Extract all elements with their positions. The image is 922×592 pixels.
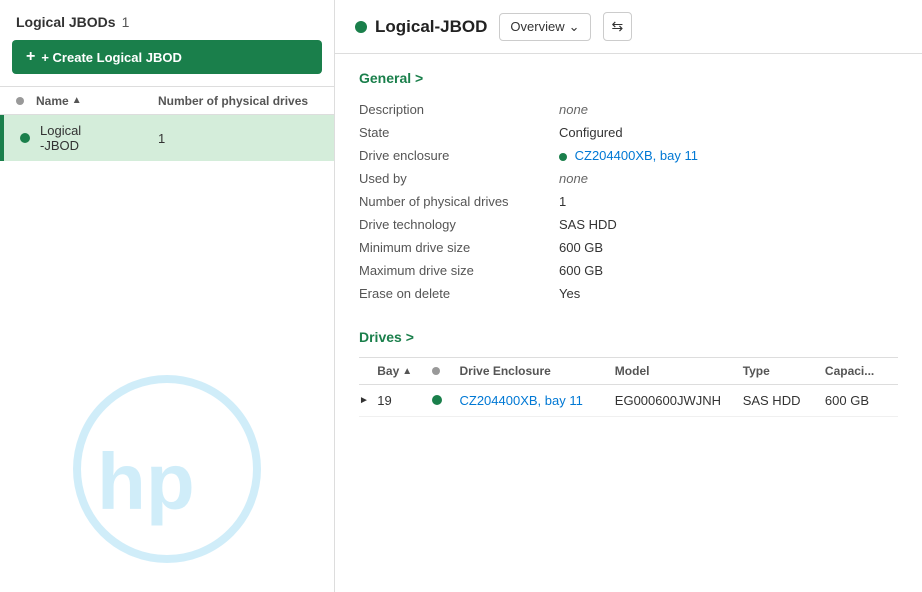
field-row-drive-enclosure: Drive enclosure CZ204400XB, bay 11 (359, 144, 898, 167)
field-label-max-drive: Maximum drive size (359, 259, 559, 282)
row-name-value: Logical-JBOD (40, 123, 81, 153)
sort-arrow-icon: ▲ (72, 95, 82, 106)
type-col-header: Type (743, 364, 825, 378)
status2-col-header (432, 364, 459, 378)
hp-logo-watermark: hp (67, 369, 267, 572)
header-name-col[interactable]: Name ▲ (36, 94, 158, 108)
header-status-indicator (355, 21, 367, 33)
bay-sort-icon: ▲ (402, 366, 412, 377)
field-label-num-drives: Number of physical drives (359, 190, 559, 213)
capacity-col-header: Capaci... (825, 364, 898, 378)
field-row-min-drive: Minimum drive size 600 GB (359, 236, 898, 259)
overview-label: Overview (510, 19, 564, 34)
drive-status-dot (432, 395, 442, 405)
field-row-max-drive: Maximum drive size 600 GB (359, 259, 898, 282)
row-status-col (20, 131, 40, 146)
panel-header: Logical JBODs 1 (0, 0, 334, 40)
svg-text:hp: hp (97, 437, 195, 526)
field-row-drive-tech: Drive technology SAS HDD (359, 213, 898, 236)
bay-col-header[interactable]: Bay ▲ (377, 364, 432, 378)
title-area: Logical-JBOD (355, 17, 487, 37)
overview-dropdown[interactable]: Overview ⌄ (499, 13, 590, 41)
field-value-num-drives: 1 (559, 190, 898, 213)
field-value-min-drive: 600 GB (559, 236, 898, 259)
bay-label: Bay (377, 364, 399, 378)
drive-status-dot-col (432, 393, 459, 408)
field-row-used-by: Used by none (359, 167, 898, 190)
enclosure-status-dot (559, 153, 567, 161)
header-status-col (16, 93, 36, 108)
drive-enclosure-link[interactable]: CZ204400XB, bay 11 (459, 393, 582, 408)
panel-count: 1 (122, 14, 130, 30)
plus-icon: + (26, 49, 35, 65)
field-value-state: Configured (559, 121, 898, 144)
field-label-erase: Erase on delete (359, 282, 559, 305)
field-label-drive-tech: Drive technology (359, 213, 559, 236)
field-label-min-drive: Minimum drive size (359, 236, 559, 259)
field-row-erase: Erase on delete Yes (359, 282, 898, 305)
right-content: General > Description none State Configu… (335, 54, 922, 433)
drives-table-header: Bay ▲ Drive Enclosure Model Type Capaci.… (359, 357, 898, 385)
drives-header-dot (432, 367, 440, 375)
panel-title: Logical JBODs (16, 14, 116, 30)
header-status-dot (16, 97, 24, 105)
field-value-used-by: none (559, 167, 898, 190)
settings-icon: ⇆ (612, 18, 624, 34)
enclosure-col-header: Drive Enclosure (459, 364, 614, 378)
right-header: Logical-JBOD Overview ⌄ ⇆ (335, 0, 922, 54)
row-status-dot (20, 133, 30, 143)
enclosure-link[interactable]: CZ204400XB, bay 11 (575, 148, 698, 163)
row-drives-value: 1 (158, 131, 165, 146)
field-row-num-drives: Number of physical drives 1 (359, 190, 898, 213)
field-value-description: none (559, 98, 898, 121)
page-title: Logical-JBOD (375, 17, 487, 37)
drive-model-value: EG000600JWJNH (615, 393, 743, 408)
drive-capacity-value: 600 GB (825, 393, 898, 408)
header-drives-col: Number of physical drives (158, 94, 318, 108)
field-row-state: State Configured (359, 121, 898, 144)
drives-section-title[interactable]: Drives > (359, 329, 898, 345)
left-panel: Logical JBODs 1 + + Create Logical JBOD … (0, 0, 335, 592)
field-label-description: Description (359, 98, 559, 121)
chevron-down-icon: ⌄ (569, 19, 580, 35)
general-section-title[interactable]: General > (359, 70, 898, 86)
table-row[interactable]: Logical-JBOD 1 (0, 115, 334, 161)
field-label-used-by: Used by (359, 167, 559, 190)
drive-type-value: SAS HDD (743, 393, 825, 408)
drive-enclosure-value: CZ204400XB, bay 11 (459, 393, 614, 408)
row-drives-col: 1 (158, 131, 318, 146)
field-label-drive-enclosure: Drive enclosure (359, 144, 559, 167)
table-header: Name ▲ Number of physical drives (0, 86, 334, 115)
field-label-state: State (359, 121, 559, 144)
row-name-col: Logical-JBOD (40, 123, 158, 153)
model-col-header: Model (615, 364, 743, 378)
expand-icon: ► (359, 395, 377, 406)
field-value-erase: Yes (559, 282, 898, 305)
header-name-label: Name (36, 94, 69, 108)
general-info-table: Description none State Configured Drive … (359, 98, 898, 305)
header-drives-label: Number of physical drives (158, 94, 308, 108)
right-panel: Logical-JBOD Overview ⌄ ⇆ General > Desc… (335, 0, 922, 592)
drive-row[interactable]: ► 19 CZ204400XB, bay 11 EG000600JWJNH SA… (359, 385, 898, 417)
field-value-drive-enclosure: CZ204400XB, bay 11 (559, 144, 898, 167)
bay-value: 19 (377, 393, 432, 408)
field-value-max-drive: 600 GB (559, 259, 898, 282)
settings-icon-button[interactable]: ⇆ (603, 12, 633, 41)
field-value-drive-tech: SAS HDD (559, 213, 898, 236)
create-logical-jbod-button[interactable]: + + Create Logical JBOD (12, 40, 322, 74)
create-button-label: + Create Logical JBOD (41, 50, 182, 65)
field-row-description: Description none (359, 98, 898, 121)
